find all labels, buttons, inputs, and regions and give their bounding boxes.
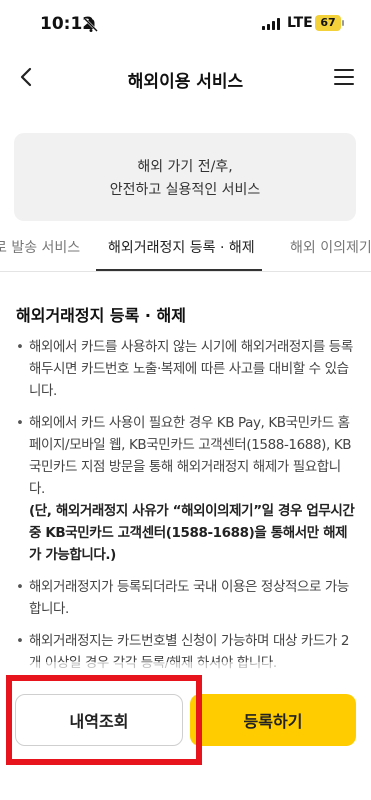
signal-icon <box>262 18 280 30</box>
tab-overseas-dispute[interactable]: 해외 이의제기 <box>290 237 371 257</box>
banner-line-2: 안전하고 실용적인 서비스 <box>109 182 261 198</box>
battery-tip <box>342 20 344 26</box>
tab-overseas-block[interactable]: 해외거래정지 등록 · 해제 <box>108 237 255 257</box>
info-item-text: 해외거래정지가 등록되더라도 국내 이용은 정상적으로 가능합니다. <box>29 579 349 617</box>
banner-line-1: 해외 가기 전/후, <box>137 159 233 175</box>
register-button[interactable]: 등록하기 <box>190 694 356 746</box>
mute-icon <box>84 18 98 32</box>
status-bar: 10:12 LTE 67 <box>0 0 371 48</box>
app-header: 해외이용 서비스 <box>0 50 371 106</box>
battery-icon: 67 <box>315 15 341 31</box>
section-title: 해외거래정지 등록 · 해제 <box>16 306 186 325</box>
active-tab-indicator <box>96 269 262 271</box>
info-item: 해외에서 카드를 사용하지 않는 시기에 해외거래정지를 등록해두시면 카드번호… <box>16 336 356 402</box>
network-type: LTE <box>287 15 313 31</box>
tab-mail-service[interactable]: 로 발송 서비스 <box>0 237 80 257</box>
info-item-text: 해외에서 카드를 사용하지 않는 시기에 해외거래정지를 등록해두시면 카드번호… <box>29 339 353 399</box>
info-item-text: 해외에서 카드 사용이 필요한 경우 KB Pay, KB국민카드 홈페이지/모… <box>29 415 352 497</box>
info-item: 해외거래정지가 등록되더라도 국내 이용은 정상적으로 가능합니다. <box>16 576 356 620</box>
page-title: 해외이용 서비스 <box>127 72 244 92</box>
info-item-note: (단, 해외거래정지 사유가 “해외이의제기”일 경우 업무시간 중 KB국민카… <box>29 503 355 563</box>
hamburger-menu-icon[interactable] <box>334 68 354 86</box>
info-list: 해외에서 카드를 사용하지 않는 시기에 해외거래정지를 등록해두시면 카드번호… <box>16 336 356 684</box>
info-item: 해외에서 카드 사용이 필요한 경우 KB Pay, KB국민카드 홈페이지/모… <box>16 412 356 566</box>
service-banner: 해외 가기 전/후, 안전하고 실용적인 서비스 <box>14 133 356 221</box>
service-tabs: 로 발송 서비스 해외거래정지 등록 · 해제 해외 이의제기 <box>0 222 371 272</box>
highlight-frame <box>6 675 202 765</box>
